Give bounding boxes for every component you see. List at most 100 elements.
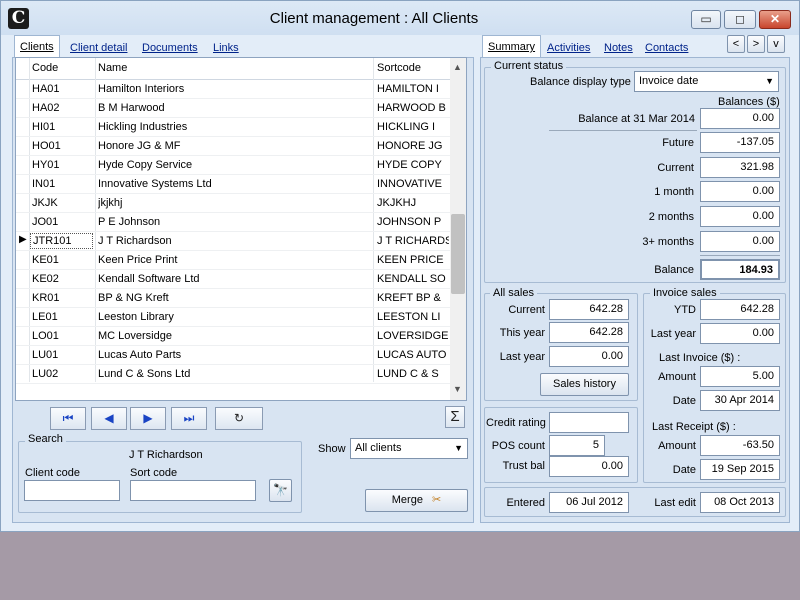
table-row[interactable]: LU01 Lucas Auto Parts LUCAS AUTO (16, 346, 450, 365)
table-row[interactable]: JO01 P E Johnson JOHNSON P (16, 213, 450, 232)
invoice-ytd-value: 642.28 (700, 299, 780, 320)
scroll-down-icon[interactable]: ▼ (453, 384, 462, 394)
table-row[interactable]: HI01 Hickling Industries HICKLING I (16, 118, 450, 137)
all-sales-this-year-label: This year (499, 327, 545, 339)
tab-activities[interactable]: Activities (542, 37, 595, 59)
current-label: Current (657, 162, 694, 174)
cell-sortcode: HYDE COPY (377, 159, 442, 171)
first-record-button[interactable]: ⏮ (50, 407, 86, 430)
close-icon: ✕ (769, 12, 781, 26)
tab-contacts[interactable]: Contacts (640, 37, 693, 59)
table-row[interactable]: JKJK jkjkhj JKJKHJ (16, 194, 450, 213)
cell-name: Innovative Systems Ltd (98, 178, 212, 190)
tab-clients[interactable]: Clients (14, 35, 60, 59)
maximize-button[interactable]: ◻ (724, 10, 756, 29)
table-row[interactable]: HO01 Honore JG & MF HONORE JG (16, 137, 450, 156)
table-row[interactable]: HA02 B M Harwood HARWOOD B (16, 99, 450, 118)
scrollbar-thumb[interactable] (451, 214, 465, 294)
left-tab-bar: Clients Client detail Documents Links (14, 35, 474, 59)
cell-sortcode: JOHNSON P (377, 216, 442, 228)
table-row[interactable]: HY01 Hyde Copy Service HYDE COPY (16, 156, 450, 175)
table-row[interactable]: LO01 MC Loversidge LOVERSIDGE (16, 327, 450, 346)
chevron-down-icon: ▼ (765, 76, 774, 86)
cell-code: HA01 (32, 83, 60, 95)
table-row[interactable]: KE01 Keen Price Print KEEN PRICE (16, 251, 450, 270)
merge-button[interactable]: Merge ✂ (365, 489, 468, 512)
cell-name: Hamilton Interiors (98, 83, 185, 95)
next-record-button[interactable]: ▶ (130, 407, 166, 430)
cell-name: jkjkhj (98, 197, 123, 209)
balance-at-value: 0.00 (700, 108, 780, 129)
balance-display-type-select[interactable]: Invoice date ▼ (634, 71, 779, 92)
column-header-code[interactable]: Code (32, 62, 58, 74)
table-row[interactable]: HA01 Hamilton Interiors HAMILTON I (16, 80, 450, 99)
table-row[interactable]: KE02 Kendall Software Ltd KENDALL SO (16, 270, 450, 289)
vertical-scrollbar[interactable]: ▲ ▼ (450, 58, 466, 400)
cell-sortcode: KREFT BP & (377, 292, 441, 304)
table-row[interactable]: LE01 Leeston Library LEESTON LI (16, 308, 450, 327)
client-code-input[interactable] (24, 480, 120, 501)
cell-sortcode: JKJKHJ (377, 197, 417, 209)
balance-value: 184.93 (700, 259, 780, 280)
cell-sortcode: LOVERSIDGE (377, 330, 449, 342)
tab-documents[interactable]: Documents (137, 37, 203, 59)
last-receipt-amount-value: -63.50 (700, 435, 780, 456)
cell-name: J T Richardson (98, 235, 172, 247)
last-receipt-label: Last Receipt ($) : (652, 421, 736, 433)
cell-code: JTR101 (30, 233, 93, 249)
cell-sortcode: HAMILTON I (377, 83, 439, 95)
invoice-last-year-label: Last year (650, 328, 696, 340)
cell-code: HA02 (32, 102, 60, 114)
previous-record-button[interactable]: ◀ (91, 407, 127, 430)
cell-code: JKJK (32, 197, 58, 209)
three-plus-months-value: 0.00 (700, 231, 780, 252)
column-header-name[interactable]: Name (98, 62, 127, 74)
last-invoice-date-value: 30 Apr 2014 (700, 390, 780, 411)
sales-history-button[interactable]: Sales history (540, 373, 629, 396)
table-row[interactable]: IN01 Innovative Systems Ltd INNOVATIVE (16, 175, 450, 194)
close-button[interactable]: ✕ (759, 10, 791, 29)
two-months-label: 2 months (648, 211, 694, 223)
trust-balance-label: Trust bal (502, 460, 545, 472)
cell-name: P E Johnson (98, 216, 161, 228)
scroll-up-icon[interactable]: ▲ (453, 62, 462, 72)
cell-sortcode: INNOVATIVE (377, 178, 442, 190)
cell-code: LE01 (32, 311, 58, 323)
find-button[interactable]: 🔭 (269, 479, 292, 502)
tab-notes[interactable]: Notes (599, 37, 638, 59)
table-row[interactable]: KR01 BP & NG Kreft KREFT BP & (16, 289, 450, 308)
cell-sortcode: HICKLING I (377, 121, 436, 133)
client-code-label: Client code (25, 467, 81, 479)
cell-code: HI01 (32, 121, 56, 133)
last-invoice-date-label: Date (672, 395, 696, 407)
sort-code-input[interactable] (130, 480, 256, 501)
grid-header: Code Name Sortcode (16, 58, 450, 80)
right-tab-bar: Summary Activities Notes Contacts (482, 35, 722, 59)
invoice-last-year-value: 0.00 (700, 323, 780, 344)
back-button[interactable]: < (727, 35, 745, 53)
balance-label: Balance (654, 264, 694, 276)
minimize-button[interactable]: ▭ (691, 10, 721, 29)
tab-summary[interactable]: Summary (482, 35, 542, 59)
refresh-button[interactable]: ↻ (215, 407, 263, 430)
all-sales-current-label: Current (508, 304, 545, 316)
cell-name: Leeston Library (98, 311, 174, 323)
last-receipt-amount-label: Amount (658, 440, 696, 452)
cell-name: Hickling Industries (98, 121, 188, 133)
table-row[interactable]: ▶ JTR101 J T Richardson J T RICHARDS (16, 232, 450, 251)
all-sales-this-year-value: 642.28 (549, 322, 629, 343)
sort-code-label: Sort code (130, 467, 178, 479)
sum-button[interactable]: Σ (445, 406, 465, 428)
dropdown-button[interactable]: v (767, 35, 785, 53)
last-record-button[interactable]: ⏭ (171, 407, 207, 430)
cell-name: Kendall Software Ltd (98, 273, 200, 285)
cell-code: LO01 (32, 330, 59, 342)
last-invoice-label: Last Invoice ($) : (659, 352, 741, 364)
show-select[interactable]: All clients ▼ (350, 438, 468, 459)
tab-client-detail[interactable]: Client detail (65, 37, 132, 59)
table-row[interactable]: LU02 Lund C & Sons Ltd LUND C & S (16, 365, 450, 384)
selected-client-name: J T Richardson (129, 449, 203, 461)
forward-button[interactable]: > (747, 35, 765, 53)
tab-links[interactable]: Links (208, 37, 244, 59)
column-header-sortcode[interactable]: Sortcode (377, 62, 421, 74)
